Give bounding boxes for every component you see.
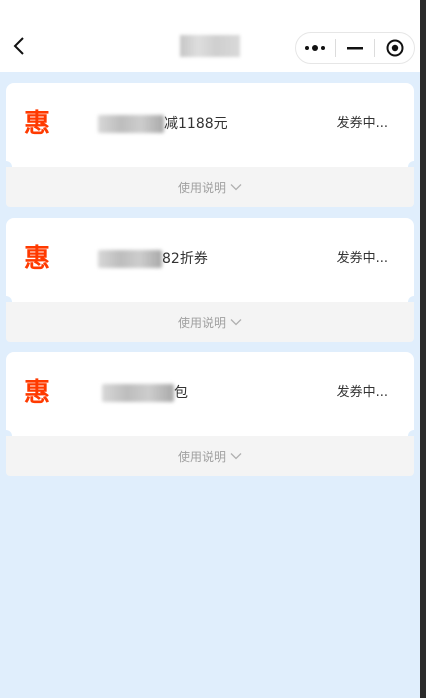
coupon-name-redacted	[98, 115, 164, 133]
target-close-icon	[386, 39, 404, 57]
app-screen: 惠 减1188元 发券中... 使用说明 惠 82折券 发券中... 使用说明 …	[0, 0, 426, 698]
coupon-badge: 惠	[24, 378, 51, 408]
coupon-name-redacted	[98, 250, 162, 268]
minimize-button[interactable]	[336, 33, 375, 63]
close-button[interactable]	[375, 33, 414, 63]
more-button[interactable]	[296, 33, 335, 63]
chevron-down-icon	[230, 453, 242, 460]
usage-instructions-toggle[interactable]: 使用说明	[6, 167, 414, 207]
usage-row: 使用说明	[178, 314, 242, 331]
coupon-card[interactable]: 惠 减1188元 发券中... 使用说明	[0, 83, 420, 207]
coupon-list: 惠 减1188元 发券中... 使用说明 惠 82折券 发券中... 使用说明 …	[0, 72, 420, 698]
coupon-name: 包	[174, 385, 188, 401]
coupon-status: 发券中...	[336, 251, 388, 266]
usage-row: 使用说明	[178, 179, 242, 196]
window-edge	[420, 0, 426, 698]
mini-program-capsule	[295, 32, 415, 64]
back-button[interactable]	[8, 32, 30, 60]
coupon-status: 发券中...	[336, 116, 388, 131]
more-dots-icon	[305, 45, 326, 51]
usage-label: 使用说明	[177, 449, 226, 464]
coupon-name-redacted	[102, 384, 174, 402]
coupon-status: 发券中...	[336, 385, 388, 400]
coupon-badge: 惠	[24, 109, 51, 139]
chevron-down-icon	[230, 319, 242, 326]
coupon-name: 82折券	[162, 251, 208, 267]
coupon-card[interactable]: 惠 82折券 发券中... 使用说明	[0, 218, 420, 342]
coupon-card-main: 惠 减1188元 发券中...	[6, 83, 414, 167]
nav-bar	[0, 0, 420, 72]
usage-instructions-toggle[interactable]: 使用说明	[6, 436, 414, 476]
coupon-card-main: 惠 包 发券中...	[6, 352, 414, 436]
coupon-badge: 惠	[24, 244, 51, 274]
usage-instructions-toggle[interactable]: 使用说明	[6, 302, 414, 342]
coupon-name: 减1188元	[164, 116, 228, 132]
usage-label: 使用说明	[177, 315, 226, 330]
usage-row: 使用说明	[178, 448, 242, 465]
page-title-blurred	[180, 35, 240, 57]
coupon-card[interactable]: 惠 包 发券中... 使用说明	[0, 352, 420, 476]
usage-label: 使用说明	[177, 180, 226, 195]
chevron-left-icon	[13, 37, 24, 55]
coupon-card-main: 惠 82折券 发券中...	[6, 218, 414, 302]
chevron-down-icon	[230, 184, 242, 191]
minimize-icon	[347, 47, 363, 50]
